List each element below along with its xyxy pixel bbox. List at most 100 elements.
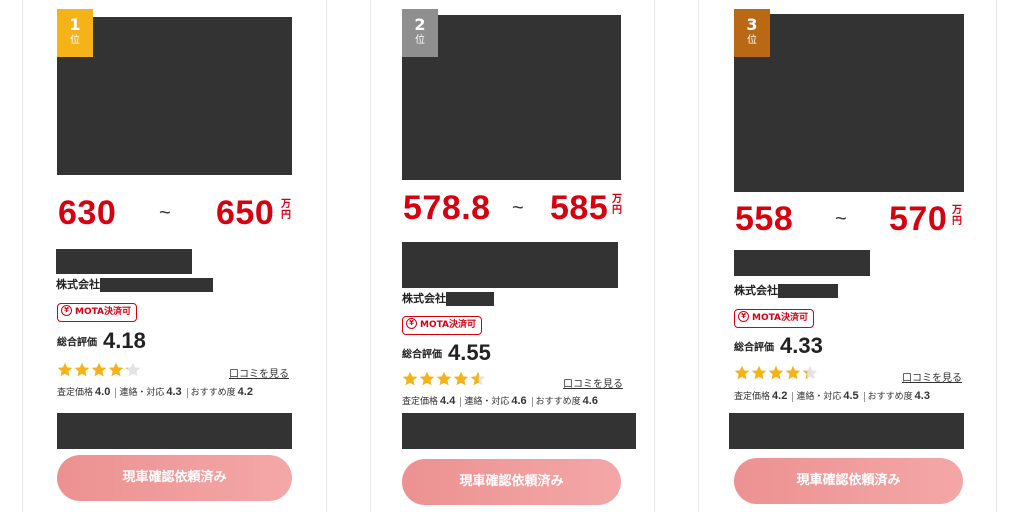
company-name-redacted xyxy=(778,284,838,298)
price-tilde: ~ xyxy=(512,197,524,219)
rank-badge: 3 位 xyxy=(734,9,770,57)
recommend-score: 4.6 xyxy=(582,395,598,407)
overall-rating-value: 4.55 xyxy=(448,340,491,365)
recommend-score-label: おすすめ度 xyxy=(535,397,581,407)
price-tilde: ~ xyxy=(159,202,171,224)
contact-score-label: 連絡・対応 xyxy=(796,392,842,402)
contact-score: 4.5 xyxy=(843,390,859,402)
star-icon xyxy=(436,371,452,386)
yen-icon: ¥ xyxy=(738,311,749,322)
info-redacted xyxy=(57,413,292,449)
price-range: 578.8 ~ 585 万円 xyxy=(402,188,627,228)
star-icon xyxy=(768,365,784,380)
mota-badge-label: MOTA決済可 xyxy=(75,307,132,317)
price-low: 558 xyxy=(735,200,794,238)
price-unit: 万円 xyxy=(612,194,622,216)
contact-score: 4.3 xyxy=(166,386,182,398)
star-icon xyxy=(57,362,73,377)
star-icon xyxy=(734,365,750,380)
star-icon xyxy=(402,371,418,386)
star-icon xyxy=(453,371,469,386)
company-prefix: 株式会社 xyxy=(734,284,778,297)
rank-unit: 位 xyxy=(747,35,757,46)
star-icon xyxy=(108,362,124,377)
mota-payment-badge: ¥ MOTA決済可 xyxy=(402,316,483,335)
divider xyxy=(370,0,371,512)
price-score-label: 査定価格 xyxy=(57,388,94,398)
company-name: 株式会社 xyxy=(402,292,494,306)
shop-name-redacted xyxy=(56,249,192,274)
mota-badge-label: MOTA決済可 xyxy=(420,320,477,330)
overall-rating: 総合評価 4.55 xyxy=(402,340,491,368)
sub-scores: 査定価格 4.0 連絡・対応 4.3 おすすめ度 4.2 xyxy=(57,385,255,398)
star-icon xyxy=(751,365,767,380)
review-link[interactable]: 口コミを見る xyxy=(229,365,289,380)
shop-name-redacted xyxy=(734,250,870,276)
overall-rating-label: 総合評価 xyxy=(734,342,774,354)
company-name-redacted xyxy=(446,292,494,306)
divider xyxy=(996,0,997,512)
rank-badge: 2 位 xyxy=(402,9,438,57)
rank-badge: 1 位 xyxy=(57,9,93,57)
price-score: 4.2 xyxy=(772,390,788,402)
price-score-label: 査定価格 xyxy=(402,397,439,407)
price-score-label: 査定価格 xyxy=(734,392,771,402)
star-icon xyxy=(470,371,486,386)
star-rating xyxy=(402,371,492,387)
star-icon xyxy=(785,365,801,380)
inspection-requested-button[interactable]: 現車確認依頼済み xyxy=(734,458,963,504)
price-low: 630 xyxy=(58,194,117,232)
separator xyxy=(792,391,794,402)
price-high: 585 xyxy=(550,189,609,227)
price-unit: 万円 xyxy=(281,199,291,221)
rank-unit: 位 xyxy=(70,35,80,46)
shop-name-redacted xyxy=(402,242,618,288)
review-link[interactable]: 口コミを見る xyxy=(902,369,962,384)
star-rating xyxy=(734,365,824,381)
company-name-redacted xyxy=(100,278,213,292)
divider xyxy=(698,0,699,512)
overall-rating-value: 4.18 xyxy=(103,328,146,353)
separator xyxy=(863,391,865,402)
price-range: 630 ~ 650 万円 xyxy=(57,193,297,233)
price-unit: 万円 xyxy=(952,205,962,227)
inspection-requested-button[interactable]: 現車確認依頼済み xyxy=(57,455,292,501)
info-redacted xyxy=(402,413,636,449)
price-range: 558 ~ 570 万円 xyxy=(734,199,966,239)
star-icon xyxy=(419,371,435,386)
price-high: 570 xyxy=(889,200,948,238)
overall-rating-label: 総合評価 xyxy=(402,349,442,361)
contact-score-label: 連絡・対応 xyxy=(119,388,165,398)
star-icon xyxy=(125,362,141,377)
separator xyxy=(531,396,533,407)
overall-rating-value: 4.33 xyxy=(780,333,823,358)
mota-badge-label: MOTA決済可 xyxy=(752,313,809,323)
overall-rating: 総合評価 4.33 xyxy=(734,333,823,361)
inspection-requested-button[interactable]: 現車確認依頼済み xyxy=(402,459,621,505)
sub-scores: 査定価格 4.4 連絡・対応 4.6 おすすめ度 4.6 xyxy=(402,394,600,407)
ranking-page: 1 位 630 ~ 650 万円 株式会社 ¥ MOTA決済可 総合評価 4.18 … xyxy=(0,0,1024,512)
rank-unit: 位 xyxy=(415,35,425,46)
mota-payment-badge: ¥ MOTA決済可 xyxy=(734,309,815,328)
overall-rating-label: 総合評価 xyxy=(57,337,97,349)
rank-number: 2 xyxy=(414,15,426,34)
separator xyxy=(115,387,117,398)
company-name: 株式会社 xyxy=(734,284,838,298)
contact-score: 4.6 xyxy=(511,395,527,407)
separator xyxy=(460,396,462,407)
price-score: 4.4 xyxy=(440,395,456,407)
divider xyxy=(22,0,23,512)
star-icon xyxy=(91,362,107,377)
recommend-score: 4.3 xyxy=(914,390,930,402)
price-high: 650 xyxy=(216,194,275,232)
company-name: 株式会社 xyxy=(56,278,213,292)
review-link[interactable]: 口コミを見る xyxy=(563,375,623,390)
divider xyxy=(654,0,655,512)
star-rating xyxy=(57,362,147,378)
price-score: 4.0 xyxy=(95,386,111,398)
sub-scores: 査定価格 4.2 連絡・対応 4.5 おすすめ度 4.3 xyxy=(734,389,932,402)
separator xyxy=(186,387,188,398)
company-prefix: 株式会社 xyxy=(402,292,446,305)
contact-score-label: 連絡・対応 xyxy=(464,397,510,407)
divider xyxy=(326,0,327,512)
